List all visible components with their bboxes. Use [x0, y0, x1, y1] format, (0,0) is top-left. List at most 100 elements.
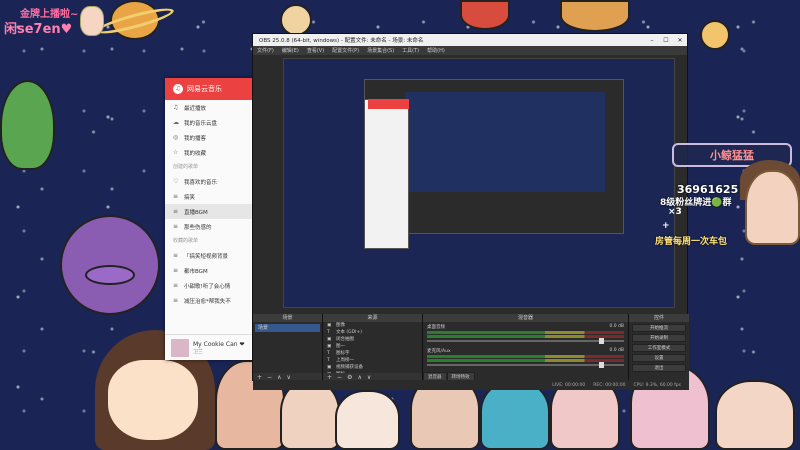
- playlist-item[interactable]: ♡ 我喜欢的音乐: [165, 174, 253, 189]
- character-decoration: [480, 380, 550, 450]
- gift-plus: +: [662, 221, 670, 231]
- control-button[interactable]: 开始录制: [632, 334, 686, 342]
- close-icon[interactable]: ✕: [673, 37, 687, 44]
- controls-dock: 控件 开始推流开始录制工作室模式设置退出: [629, 314, 689, 382]
- source-item[interactable]: T 上周榜一: [323, 357, 422, 364]
- playlist-item[interactable]: ≡ 搞笑: [165, 189, 253, 204]
- playlist-item[interactable]: ☆ 我的收藏: [165, 145, 253, 160]
- schedule-text: 房管每周一次车包: [655, 237, 728, 247]
- gift-count: ×3: [668, 207, 682, 217]
- volume-meter: [427, 359, 624, 362]
- planet-decoration: [460, 0, 510, 30]
- menu-item[interactable]: 配置文件(P): [332, 47, 359, 54]
- playlist-item[interactable]: ≡ 「搞笑短视频背景: [165, 248, 253, 263]
- avatar: [745, 170, 800, 245]
- ufo-decoration: [85, 265, 135, 285]
- source-item[interactable]: ▣ 闭合抽图: [323, 336, 422, 343]
- menu-item[interactable]: 场景集合(S): [367, 47, 394, 54]
- volume-slider[interactable]: [427, 338, 624, 344]
- playlist-item[interactable]: ◎ 我的播客: [165, 130, 253, 145]
- menu-bar: 文件(F) 编辑(E) 查看(V) 配置文件(P) 场景集合(S) 工具(T) 帮助(H): [253, 46, 687, 55]
- preview-canvas[interactable]: [283, 58, 675, 308]
- playlist-icon: ♫: [173, 104, 179, 111]
- planet-decoration: [280, 4, 312, 36]
- menu-item[interactable]: 文件(F): [257, 47, 274, 54]
- mixer-label-row: 麦克风/Aux 0.0 dB: [427, 348, 624, 354]
- source-label: 图一: [336, 344, 345, 349]
- badge-title: 闲se7en♥: [4, 22, 73, 37]
- status-item: LIVE: 00:00:00: [552, 382, 586, 388]
- planet-decoration: [700, 20, 730, 50]
- album-cover[interactable]: [171, 338, 189, 357]
- playlist-item[interactable]: ≡ 减压治愈*帮我失不: [165, 293, 253, 308]
- menu-item[interactable]: 帮助(H): [427, 47, 445, 54]
- maximize-icon[interactable]: ☐: [659, 37, 673, 44]
- mixer-label-row: 桌面音频 0.0 dB: [427, 324, 624, 330]
- scenes-dock: 场景 场景 + − ∧ ∨: [253, 314, 323, 382]
- channel-db: 0.0 dB: [609, 348, 624, 353]
- song-title: My Cookie Can ❤: [193, 340, 245, 348]
- status-bar: LIVE: 00:00:00 REC: 00:00:00 CPU: 9.3%, 60…: [253, 380, 689, 390]
- song-artist: 卫兰: [193, 348, 204, 355]
- status-item: REC: 00:00:00: [593, 382, 626, 388]
- playlist-icon: ≡: [173, 208, 179, 215]
- character-face-decoration: [108, 360, 198, 440]
- playlist-item[interactable]: ≡ 小甜歌!听了会心情: [165, 278, 253, 293]
- playlist-icon: ☁: [173, 119, 179, 126]
- source-type-icon: ▣: [327, 323, 332, 328]
- control-button[interactable]: 退出: [632, 364, 686, 372]
- playlist-item[interactable]: ≡ 都市BGM: [165, 263, 253, 278]
- slider-handle[interactable]: [599, 362, 604, 368]
- menu-item[interactable]: 工具(T): [402, 47, 419, 54]
- playlist-item[interactable]: ≡ 那些伤感的: [165, 219, 253, 234]
- music-player-window: ♫ 网易云音乐 ♫ 最近播放 ☁ 我的音乐云盘 ◎ 我的播客 ☆ 我的收藏 创建的歌单 ♡ 我喜…: [165, 78, 253, 360]
- section-collected: 收藏的歌单: [173, 238, 199, 244]
- window-title: OBS 25.0.8 (64-bit, windows) - 配置文件: 未命名…: [259, 38, 424, 44]
- streamer-badge: 金牌上播啦~ 闲se7en♥: [0, 2, 110, 40]
- control-button[interactable]: 设置: [632, 354, 686, 362]
- playlist-label: 我喜欢的音乐: [184, 179, 218, 186]
- slider-handle[interactable]: [599, 338, 604, 344]
- control-button[interactable]: 开始推流: [632, 324, 686, 332]
- source-label: 图标字: [336, 351, 350, 356]
- dock-title: 来源: [323, 314, 422, 322]
- playlist-label: 最近播放: [184, 105, 207, 112]
- section-created: 创建的歌单: [173, 164, 199, 170]
- playlist-label: 减压治愈*帮我失不: [184, 298, 231, 305]
- now-playing-bar[interactable]: My Cookie Can ❤ 卫兰: [165, 334, 253, 360]
- app-title: 网易云音乐: [187, 85, 222, 93]
- playlist-icon: ≡: [173, 267, 179, 274]
- playlist-item[interactable]: ☁ 我的音乐云盘: [165, 115, 253, 130]
- playlist-icon: ≡: [173, 223, 179, 230]
- status-item: CPU: 9.3%, 60.00 fps: [633, 382, 682, 388]
- dock-title: 控件: [629, 314, 689, 322]
- source-type-icon: T: [327, 358, 330, 363]
- volume-meter: [427, 355, 624, 358]
- scene-item[interactable]: 场景: [255, 324, 320, 332]
- channel-db: 0.0 dB: [609, 324, 624, 329]
- source-item[interactable]: ▣ 图像: [323, 322, 422, 329]
- volume-slider[interactable]: [427, 362, 624, 368]
- channel-name: 麦克风/Aux: [427, 349, 451, 354]
- source-label: 文本 (GDI+): [336, 330, 362, 335]
- menu-item[interactable]: 编辑(E): [282, 47, 299, 54]
- menu-item[interactable]: 查看(V): [307, 47, 324, 54]
- mixer-channel: 桌面音频 0.0 dB: [423, 322, 628, 346]
- tree-decoration: [0, 80, 55, 170]
- avatar: [80, 6, 104, 36]
- playlist-item[interactable]: ♫ 最近播放: [165, 100, 253, 115]
- source-item[interactable]: T 文本 (GDI+): [323, 329, 422, 336]
- playlist-icon: ≡: [173, 282, 179, 289]
- nested-music-window: [364, 99, 409, 249]
- playlist-label: 直播BGM: [184, 209, 208, 216]
- source-item[interactable]: ▣ 视频捕获设备: [323, 364, 422, 371]
- playlist-item[interactable]: ≡ 直播BGM: [165, 204, 253, 219]
- source-item[interactable]: ▣ 图一: [323, 343, 422, 350]
- playlist-label: 我的音乐云盘: [184, 120, 218, 127]
- source-label: 视频捕获设备: [336, 365, 363, 370]
- playlist-label: 那些伤感的: [184, 224, 212, 231]
- dock-title: 混音器: [423, 314, 628, 322]
- source-item[interactable]: T 图标字: [323, 350, 422, 357]
- minimize-icon[interactable]: –: [645, 37, 659, 44]
- control-button[interactable]: 工作室模式: [632, 344, 686, 352]
